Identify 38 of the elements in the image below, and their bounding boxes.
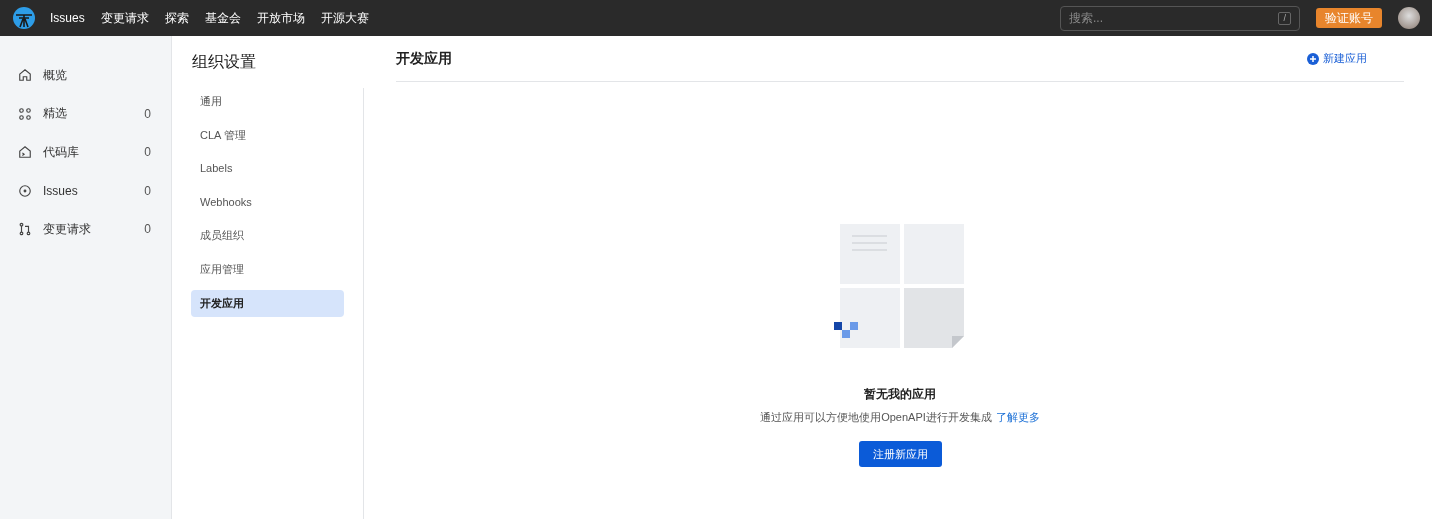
shortcut-key: /	[1278, 11, 1291, 25]
sidebar-item[interactable]: Issues 0	[0, 171, 171, 210]
item-count: 0	[144, 222, 151, 237]
settings-nav-item[interactable]: Labels	[191, 155, 344, 183]
settings-nav-item[interactable]: 通用	[191, 88, 344, 115]
nav-link[interactable]: 基金会	[204, 9, 241, 27]
sidebar-item[interactable]: 代码库 0	[0, 133, 171, 172]
settings-nav-item[interactable]: 开发应用	[191, 289, 344, 317]
pull-request-icon	[18, 222, 32, 237]
sidebar-item[interactable]: 变更请求 0	[0, 210, 171, 249]
item-count: 0	[144, 183, 151, 198]
nav-link[interactable]: 开放市场	[256, 9, 305, 27]
plus-icon	[1307, 52, 1319, 65]
settings-nav-item[interactable]: 应用管理	[191, 255, 344, 283]
item-count: 0	[144, 106, 151, 121]
empty-title: 暂无我的应用	[864, 386, 936, 403]
issue-icon	[18, 183, 32, 198]
item-count: 0	[144, 145, 151, 160]
repo-icon	[18, 145, 32, 160]
settings-nav-item[interactable]: Webhooks	[191, 188, 344, 216]
settings-title: 组织设置	[191, 52, 257, 72]
new-app-link[interactable]: 新建应用	[1307, 51, 1367, 66]
page-title: 开发应用	[396, 49, 452, 68]
logo-icon[interactable]	[12, 6, 36, 30]
grid-icon	[18, 106, 32, 121]
empty-description: 通过应用可以方便地使用OpenAPI进行开发集成 了解更多	[760, 410, 1040, 425]
learn-more-link[interactable]: 了解更多	[995, 411, 1040, 423]
nav-link[interactable]: 探索	[164, 9, 189, 27]
sidebar-item[interactable]: 概览	[0, 56, 171, 95]
sidebar-item[interactable]: 精选 0	[0, 94, 171, 133]
nav-link[interactable]: 开源大赛	[320, 9, 369, 27]
settings-nav-item[interactable]: 成员组织	[191, 222, 344, 250]
avatar[interactable]	[1398, 7, 1420, 29]
settings-nav-item[interactable]: CLA 管理	[191, 121, 344, 149]
nav-link[interactable]: Issues	[50, 11, 85, 25]
nav-link[interactable]: 变更请求	[100, 9, 149, 27]
register-app-button[interactable]: 注册新应用	[858, 441, 942, 467]
home-icon	[18, 68, 32, 83]
